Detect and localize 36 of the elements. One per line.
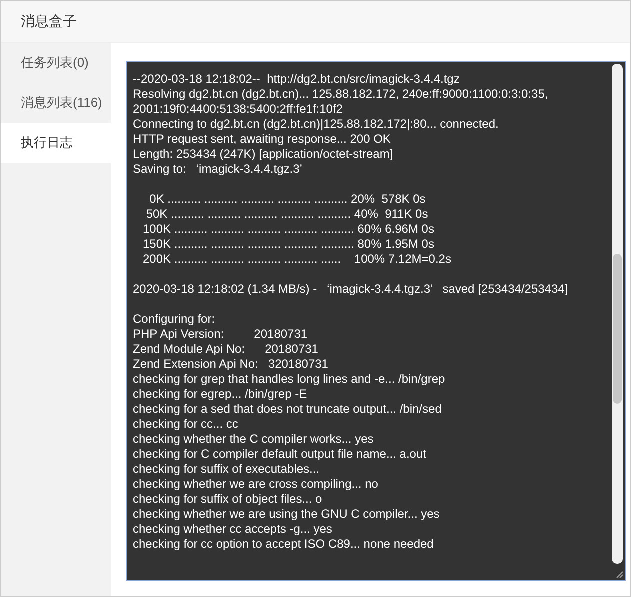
log-line: checking for a sed that does not truncate output... /bin/sed [133, 402, 443, 417]
sidebar-tab[interactable]: 执行日志 [1, 123, 111, 163]
log-line: checking for suffix of object files... o [133, 492, 324, 507]
log-line: checking for grep that handles long lines and -e... /bin/grep [133, 372, 446, 387]
log-line: 0K .......... .......... .......... .......... .......... 20% 578K 0s [148, 192, 427, 207]
log-line: Zend Module Api No: 20180731 [133, 342, 320, 357]
log-line: checking whether the C compiler works... yes [133, 432, 375, 447]
log-line: checking for egrep... /bin/grep -E [133, 387, 308, 402]
log-line: 150K .......... .......... .......... .......... .......... 80% 1.95M 0s [142, 237, 436, 252]
log-line: Connecting to dg2.bt.cn (dg2.bt.cn)|125.88.182.172|:80... connected. [133, 117, 500, 132]
log-line: 2020-03-18 12:18:02 (1.34 MB/s) - ‘imagick-3.4.4.tgz.3’ saved [253434/253434] [133, 282, 570, 297]
log-line: 50K .......... .......... .......... .......... .......... 40% 911K 0s [145, 207, 430, 222]
log-line: checking whether we are cross compiling... no [133, 477, 380, 492]
sidebar-tab[interactable]: 任务列表(0) [1, 43, 111, 83]
dialog-title: 消息盒子 [21, 12, 77, 30]
log-line: Configuring for: [133, 312, 216, 327]
log-line: 100K .......... .......... .......... .......... .......... 60% 6.96M 0s [142, 222, 436, 237]
log-line: HTTP request sent, awaiting response... 200 OK [133, 132, 392, 147]
log-line: checking for suffix of executables... [133, 462, 321, 477]
scrollbar[interactable] [612, 64, 623, 564]
log-line: 2001:19f0:4400:5138:5400:2ff:fe1f:10f2 [133, 102, 344, 117]
scrollbar-thumb[interactable] [613, 254, 622, 404]
log-line: Resolving dg2.bt.cn (dg2.bt.cn)... 125.88.182.172, 240e:ff:9000:1100:0:3:0:35, [133, 87, 550, 102]
resize-grip-icon[interactable] [614, 569, 624, 579]
log-line: checking for cc option to accept ISO C89... none needed [133, 537, 435, 552]
log-line: checking for cc... cc [133, 417, 240, 432]
log-line: Length: 253434 (247K) [application/octet-stream] [133, 147, 394, 162]
log-line: checking for C compiler default output file name... a.out [133, 447, 428, 462]
log-line: --2020-03-18 12:18:02-- http://dg2.bt.cn/src/imagick-3.4.4.tgz [133, 72, 461, 87]
log-line: PHP Api Version: 20180731 [133, 327, 309, 342]
sidebar-tab[interactable]: 消息列表(116) [1, 83, 111, 123]
log-line: checking whether cc accepts -g... yes [133, 522, 334, 537]
log-line: Zend Extension Api No: 320180731 [133, 357, 330, 372]
log-line: Saving to: ‘imagick-3.4.4.tgz.3’ [133, 162, 304, 177]
log-line: checking whether we are using the GNU C compiler... yes [133, 507, 441, 522]
log-line: 200K .......... .......... .......... .......... ...... 100% 7.12M=0.2s [142, 252, 452, 267]
